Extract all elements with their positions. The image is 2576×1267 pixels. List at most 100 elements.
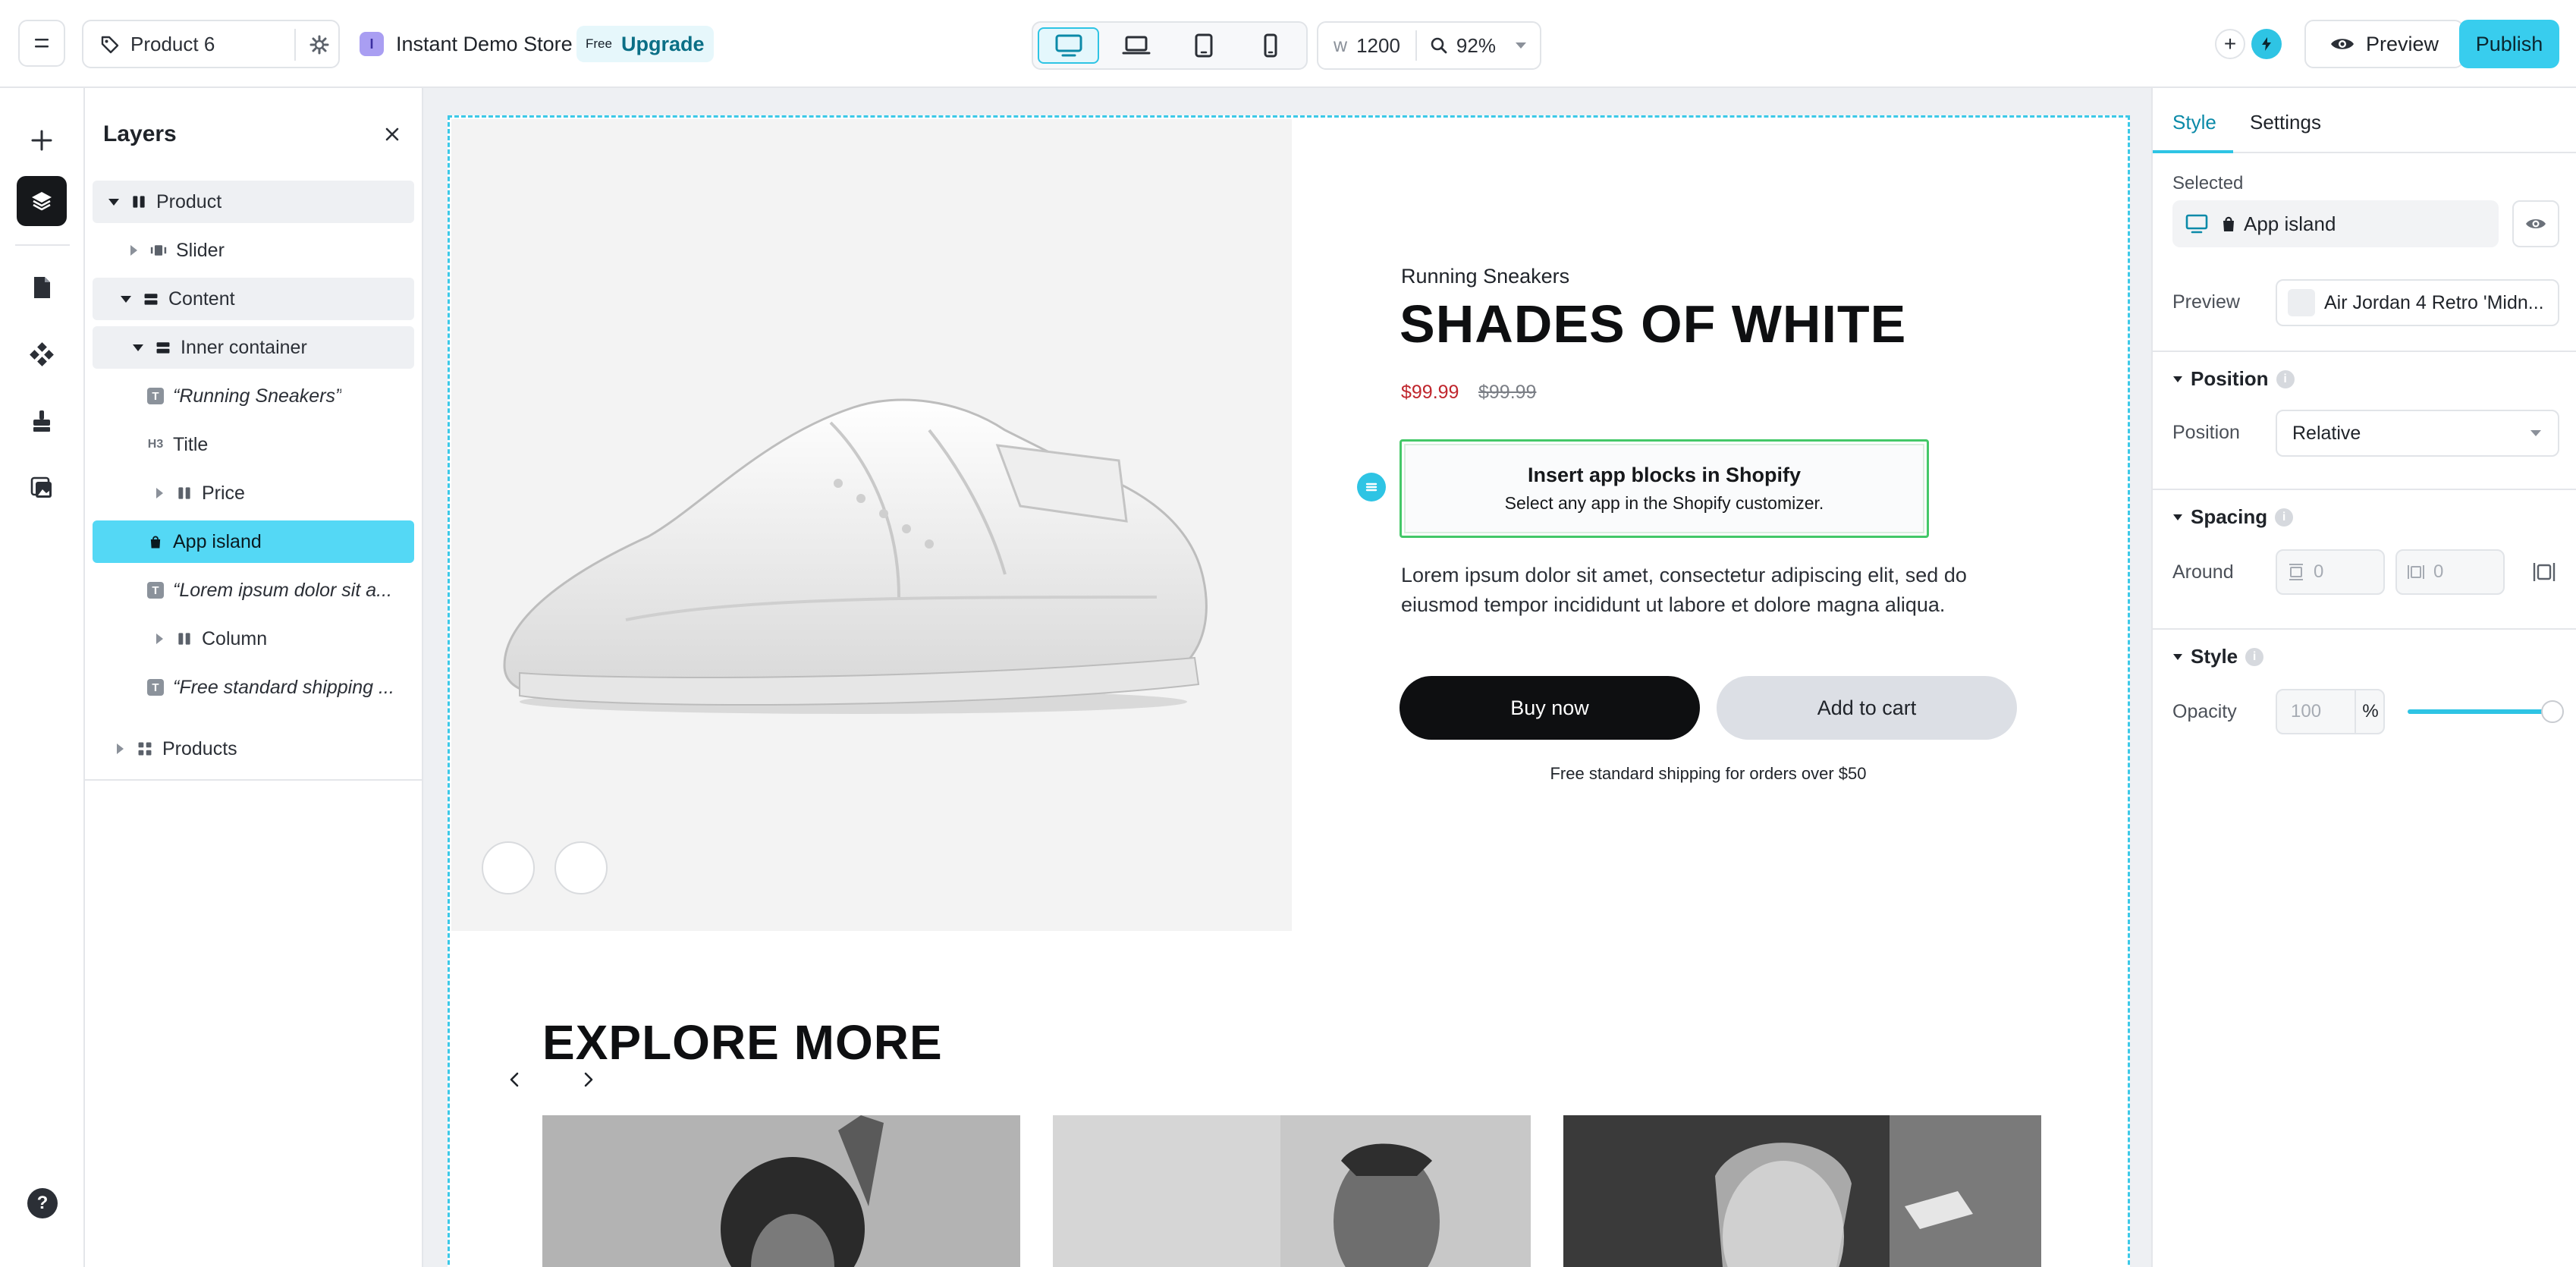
caret-right-icon[interactable] xyxy=(152,486,167,501)
compare-at-price[interactable]: $99.99 xyxy=(1478,382,1536,404)
media-button[interactable] xyxy=(17,463,67,513)
caret-right-icon[interactable] xyxy=(152,631,167,646)
chevron-left-icon xyxy=(510,1072,519,1087)
caret-right-icon[interactable] xyxy=(112,741,127,756)
layer-inner-container[interactable]: Inner container xyxy=(93,326,414,369)
selected-label: Selected xyxy=(2172,173,2244,193)
layer-slider[interactable]: Slider xyxy=(93,229,414,272)
layer-text-shipping[interactable]: T “Free standard shipping ... xyxy=(93,666,414,709)
layer-product[interactable]: Product xyxy=(93,181,414,223)
caret-down-icon[interactable] xyxy=(118,291,134,307)
preview-button[interactable]: Preview xyxy=(2304,20,2464,68)
product-image-slider[interactable] xyxy=(451,119,1292,1087)
around-label: Around xyxy=(2172,561,2234,583)
opacity-input[interactable]: 100 % xyxy=(2276,689,2385,734)
layer-title[interactable]: H3 Title xyxy=(93,423,414,466)
shipping-note[interactable]: Free standard shipping for orders over $… xyxy=(1400,764,2017,784)
layers-icon xyxy=(32,192,52,211)
upgrade-link[interactable]: Upgrade xyxy=(621,33,705,56)
tab-style[interactable]: Style xyxy=(2172,111,2216,134)
publish-button[interactable]: Publish xyxy=(2459,20,2559,68)
info-icon[interactable]: i xyxy=(2276,369,2295,388)
product-title[interactable]: SHADES OF WHITE xyxy=(1400,294,1906,354)
caret-down-icon[interactable] xyxy=(130,340,146,355)
caret-down-icon[interactable] xyxy=(106,194,121,209)
hamburger-icon xyxy=(35,39,49,48)
tab-settings[interactable]: Settings xyxy=(2250,111,2321,134)
layer-app-island[interactable]: App island xyxy=(93,520,414,563)
product-section-frame[interactable]: Running Sneakers SHADES OF WHITE $99.99 … xyxy=(448,115,2130,1267)
menu-button[interactable] xyxy=(18,20,65,67)
layer-label: Inner container xyxy=(181,336,307,358)
pages-button[interactable] xyxy=(17,263,67,313)
slider-next-button[interactable] xyxy=(554,841,608,1087)
explore-card-2[interactable] xyxy=(1053,1115,1531,1267)
expand-spacing-icon[interactable] xyxy=(2532,560,2556,584)
style-section-header[interactable]: Style i xyxy=(2172,645,2264,668)
product-description[interactable]: Lorem ipsum dolor sit amet, consectetur … xyxy=(1401,561,2038,620)
position-select[interactable]: Relative xyxy=(2276,410,2559,457)
layer-products[interactable]: Products xyxy=(93,728,414,770)
horizontal-spacing-input[interactable]: 0 xyxy=(2395,549,2505,595)
layer-text-running-sneakers[interactable]: T “Running Sneakers” xyxy=(93,375,414,417)
components-button[interactable] xyxy=(17,329,67,379)
add-to-cart-button[interactable]: Add to cart xyxy=(1717,676,2017,740)
layer-content[interactable]: Content xyxy=(93,278,414,320)
add-element-button[interactable] xyxy=(17,115,67,165)
user-avatar[interactable] xyxy=(2251,29,2282,59)
layer-column[interactable]: Column xyxy=(93,618,414,660)
desktop-view-button[interactable] xyxy=(1038,27,1100,64)
help-button[interactable]: ? xyxy=(27,1188,58,1218)
position-section-title: Position xyxy=(2191,367,2269,390)
drag-handle[interactable] xyxy=(1357,473,1386,501)
plan-badge[interactable]: Free Upgrade xyxy=(576,26,714,62)
layer-price[interactable]: Price xyxy=(93,472,414,514)
opacity-slider-handle[interactable] xyxy=(2541,700,2564,723)
explore-heading[interactable]: EXPLORE MORE xyxy=(542,1014,943,1071)
explore-card-3[interactable] xyxy=(1563,1115,2041,1267)
horizontal-spacing-value: 0 xyxy=(2433,561,2444,582)
layer-text-lorem[interactable]: T “Lorem ipsum dolor sit a... xyxy=(93,569,414,611)
selected-element[interactable]: App island xyxy=(2172,200,2499,247)
tablet-view-button[interactable] xyxy=(1173,27,1234,64)
page-selector[interactable]: Product 6 xyxy=(82,20,340,68)
vertical-spacing-input[interactable]: 0 xyxy=(2276,549,2385,595)
section-divider xyxy=(2153,489,2576,490)
product-price[interactable]: $99.99 xyxy=(1401,382,1459,404)
layers-button[interactable] xyxy=(17,176,67,226)
preview-product-select[interactable]: Air Jordan 4 Retro 'Midn... xyxy=(2276,279,2559,326)
zoom-value[interactable]: 92% xyxy=(1456,34,1496,58)
add-collaborator-button[interactable]: + xyxy=(2215,29,2245,59)
product-eyebrow[interactable]: Running Sneakers xyxy=(1401,265,1569,288)
opacity-slider-track[interactable] xyxy=(2408,709,2552,714)
position-section-header[interactable]: Position i xyxy=(2172,367,2295,391)
explore-card-1[interactable] xyxy=(542,1115,1020,1267)
plan-label: Free xyxy=(586,36,612,51)
layer-label: “Lorem ipsum dolor sit a... xyxy=(173,579,392,601)
caret-right-icon[interactable] xyxy=(126,243,141,258)
caret-down-icon xyxy=(2173,514,2182,520)
gear-icon[interactable] xyxy=(308,33,331,56)
spacing-section-header[interactable]: Spacing i xyxy=(2172,505,2294,529)
info-icon[interactable]: i xyxy=(2275,508,2294,527)
section-divider xyxy=(2153,351,2576,352)
store-name[interactable]: Instant Demo Store xyxy=(396,33,573,56)
mobile-view-button[interactable] xyxy=(1240,27,1302,64)
layer-label: Title xyxy=(173,433,209,455)
visibility-toggle[interactable] xyxy=(2512,200,2559,247)
product-thumbnail xyxy=(2288,289,2315,316)
info-icon[interactable]: i xyxy=(2245,647,2264,666)
close-icon[interactable] xyxy=(381,123,404,146)
chevron-down-icon[interactable] xyxy=(1514,41,1528,50)
buy-now-button[interactable]: Buy now xyxy=(1400,676,1700,740)
editor-canvas[interactable]: Running Sneakers SHADES OF WHITE $99.99 … xyxy=(423,88,2151,1267)
slider-prev-button[interactable] xyxy=(482,841,535,1087)
layer-label: “Free standard shipping ... xyxy=(173,676,394,698)
width-zoom-divider xyxy=(1415,30,1417,61)
width-input[interactable]: 1200 xyxy=(1356,34,1400,58)
app-island-block[interactable]: Insert app blocks in Shopify Select any … xyxy=(1400,439,1929,538)
laptop-view-button[interactable] xyxy=(1105,27,1167,64)
inspector-tabs: Style Settings xyxy=(2153,88,2576,153)
theme-button[interactable] xyxy=(17,396,67,446)
zoom-icon xyxy=(1431,37,1447,54)
